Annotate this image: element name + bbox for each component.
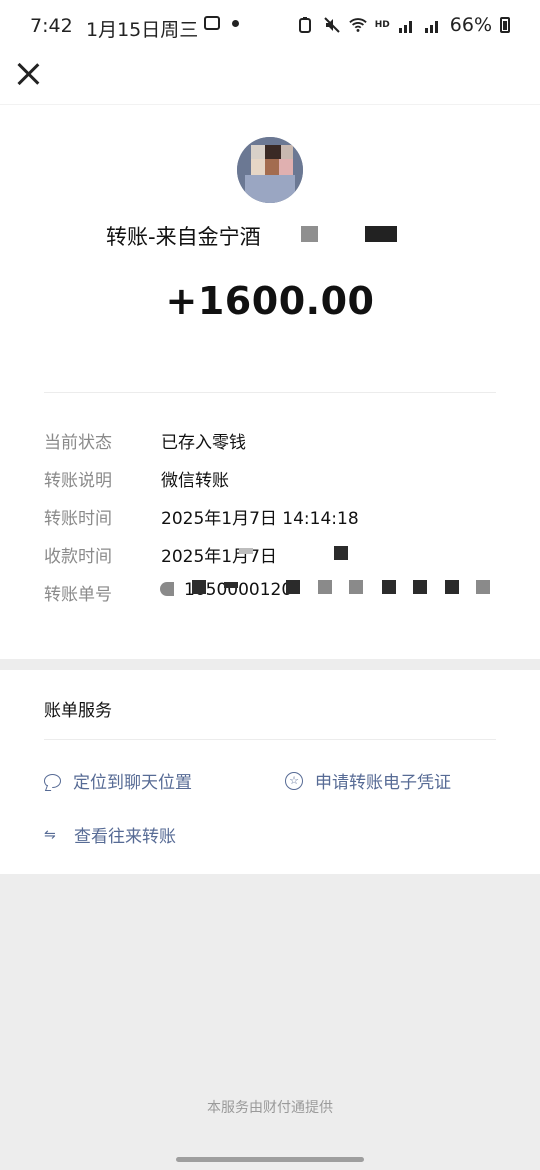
redaction-mask xyxy=(301,226,318,242)
section-title: 账单服务 xyxy=(44,701,112,721)
transfer-detail-card: 转账-来自金宁酒 +1600.00 当前状态 已存入零钱 转账说明 微信转账 转… xyxy=(0,104,540,659)
view-transfers-label: 查看往来转账 xyxy=(74,827,176,847)
signal-icon xyxy=(398,21,412,33)
detail-value: 2025年1月7日 14:14:18 xyxy=(161,509,359,529)
mute-icon xyxy=(324,17,340,33)
wifi-icon xyxy=(349,18,367,32)
star-badge-icon: ☆ xyxy=(285,771,303,790)
detail-label: 收款时间 xyxy=(44,547,112,567)
redaction-mask xyxy=(334,546,348,560)
status-time: 7:42 xyxy=(30,15,73,37)
close-icon[interactable] xyxy=(14,60,42,88)
battery-percent: 66% xyxy=(449,14,492,36)
avatar xyxy=(237,137,303,203)
detail-value: 微信转账 xyxy=(161,471,229,491)
hd-label: HD xyxy=(374,20,390,30)
top-bar xyxy=(0,52,540,104)
redaction-mask xyxy=(224,582,238,588)
battery-saver-icon xyxy=(298,17,311,33)
detail-label: 当前状态 xyxy=(44,433,112,453)
detail-value: 2025年1月7日 xyxy=(161,547,277,567)
locate-chat-label: 定位到聊天位置 xyxy=(73,773,192,793)
redaction-mask xyxy=(365,226,397,242)
divider xyxy=(44,739,496,740)
redaction-mask xyxy=(318,580,332,594)
redaction-mask xyxy=(476,580,490,594)
redaction-mask xyxy=(192,580,206,594)
gallery-icon xyxy=(204,16,220,30)
chat-bubble-icon xyxy=(44,773,61,788)
detail-row-note: 转账说明 微信转账 xyxy=(44,466,496,496)
detail-row-transfer-time: 转账时间 2025年1月7日 14:14:18 xyxy=(44,504,496,534)
redaction-mask xyxy=(286,580,300,594)
detail-value: 已存入零钱 xyxy=(161,433,246,453)
notification-dot-icon xyxy=(232,20,239,27)
signal-2-icon xyxy=(424,21,438,33)
apply-receipt-link[interactable]: ☆ 申请转账电子凭证 xyxy=(285,768,451,793)
detail-row-status: 当前状态 已存入零钱 xyxy=(44,428,496,458)
status-icons: HD 66% xyxy=(297,14,510,36)
redaction-mask xyxy=(349,580,363,594)
redaction-mask xyxy=(445,580,459,594)
swap-arrows-icon: ⇋ xyxy=(44,826,56,843)
status-bar: 7:42 1月15日周三 HD 66% xyxy=(0,0,540,52)
detail-row-receive-time: 收款时间 2025年1月7日 xyxy=(44,542,496,572)
bill-services-card: 账单服务 定位到聊天位置 ☆ 申请转账电子凭证 ⇋ 查看往来转账 xyxy=(0,670,540,874)
detail-label: 转账单号 xyxy=(44,585,112,605)
detail-label: 转账说明 xyxy=(44,471,112,491)
divider xyxy=(44,392,496,393)
transfer-amount: +1600.00 xyxy=(165,279,375,323)
locate-chat-link[interactable]: 定位到聊天位置 xyxy=(44,768,192,793)
apply-receipt-label: 申请转账电子凭证 xyxy=(315,773,451,793)
detail-label: 转账时间 xyxy=(44,509,112,529)
redaction-mask xyxy=(382,580,396,594)
view-transfers-link[interactable]: ⇋ 查看往来转账 xyxy=(44,822,176,847)
redaction-mask xyxy=(160,582,174,596)
home-indicator[interactable] xyxy=(176,1157,364,1162)
redaction-mask xyxy=(239,548,253,554)
transfer-title: 转账-来自金宁酒 xyxy=(106,225,261,249)
battery-icon xyxy=(500,17,510,33)
detail-row-order-no: 转账单号 1050000120 xyxy=(44,580,496,610)
status-date: 1月15日周三 xyxy=(86,19,199,41)
redaction-mask xyxy=(413,580,427,594)
footer-provider: 本服务由财付通提供 xyxy=(207,1100,333,1116)
